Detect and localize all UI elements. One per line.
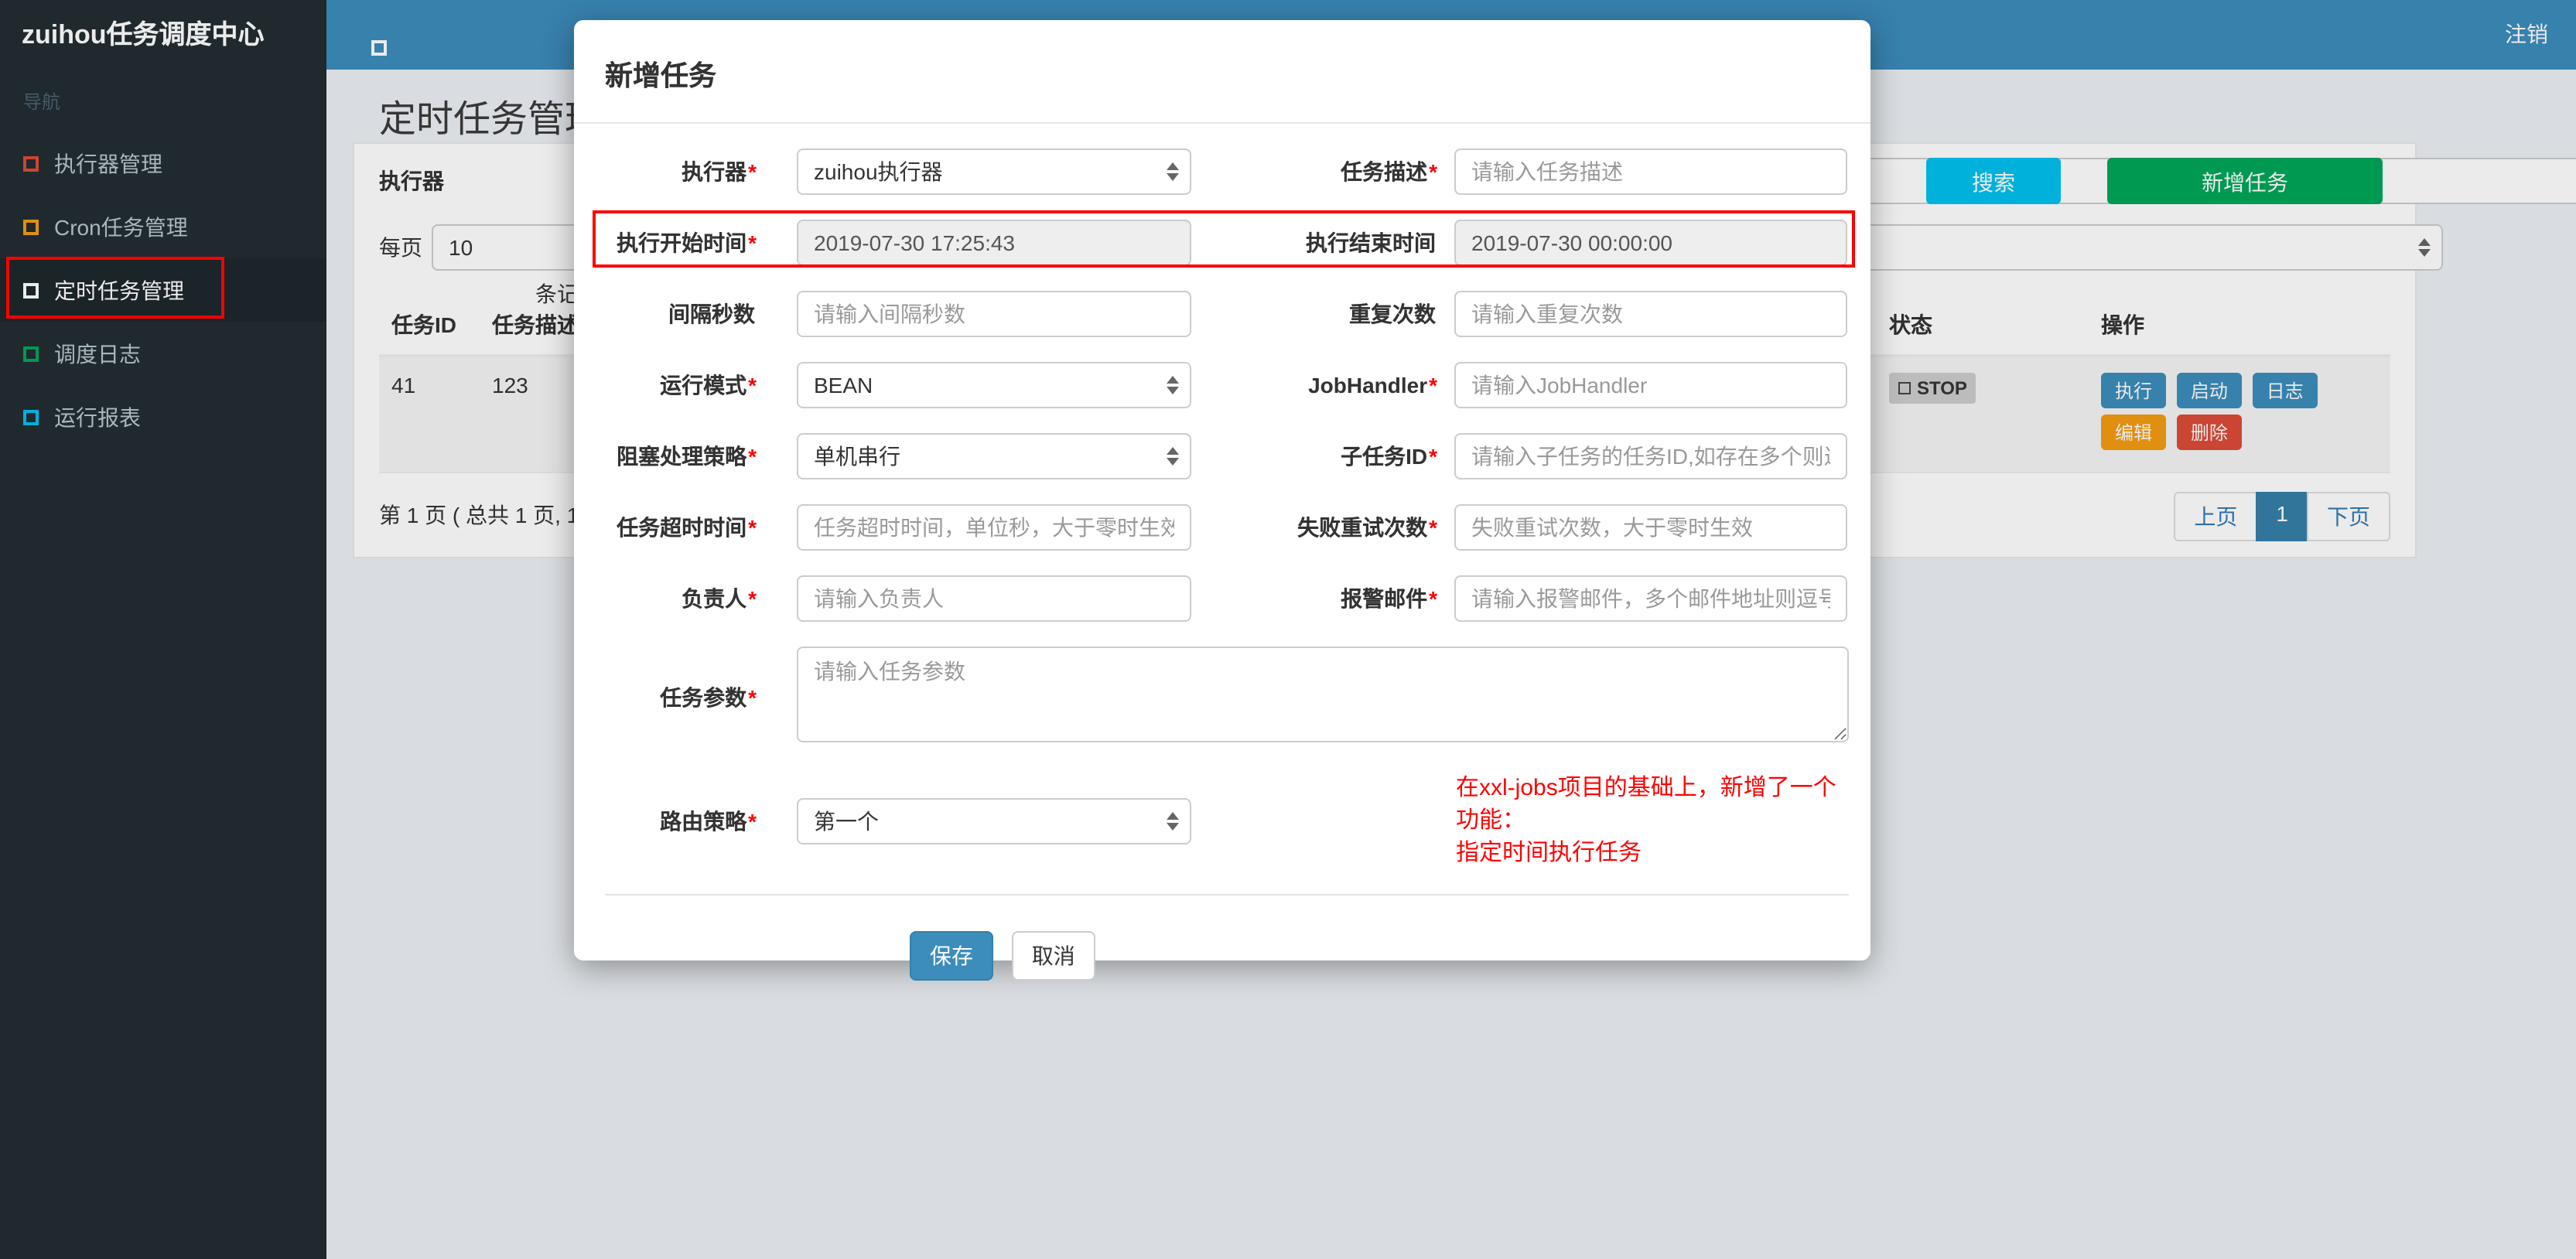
- job-param-label: 任务参数 *: [660, 684, 757, 709]
- feature-note: 在xxl-jobs项目的基础上，新增了一个功能： 指定时间执行任务: [1456, 775, 1836, 866]
- owner-label: 负责人 *: [682, 586, 757, 611]
- alarm-email-input[interactable]: [1454, 575, 1847, 622]
- modal-header: 新增任务: [574, 20, 1871, 124]
- form-row-timeout-retry: 任务超时时间* 失败重试次数*: [586, 504, 1849, 551]
- job-desc-input[interactable]: [1454, 148, 1847, 195]
- run-mode-select[interactable]: BEAN: [797, 362, 1191, 408]
- form-row-times: 执行开始时间* 执行结束时间: [586, 220, 1849, 266]
- form-row-job-param: 任务参数 *: [586, 647, 1849, 747]
- form-row-interval-repeat: 间隔秒数 重复次数: [586, 291, 1849, 337]
- select-arrows-icon: [1167, 447, 1179, 466]
- job-handler-label: JobHandler *: [1308, 373, 1437, 397]
- app-root: zuihou任务调度中心 注销 导航 执行器管理 Cron任务管理 定时任务管理…: [0, 0, 2576, 1259]
- alarm-email-label: 报警邮件 *: [1341, 586, 1437, 611]
- job-handler-input[interactable]: [1454, 362, 1847, 408]
- job-desc-label: 任务描述 *: [1341, 159, 1437, 184]
- form-row-owner-email: 负责人* 报警邮件*: [586, 575, 1849, 622]
- modal-body: 执行器* zuihou执行器 任务描述* 执行开始时间* 执行结束时间 间隔秒数…: [574, 124, 1871, 981]
- interval-input[interactable]: [797, 291, 1191, 337]
- route-strategy-select[interactable]: 第一个: [797, 797, 1191, 844]
- executor-label: 执行器 *: [682, 159, 757, 184]
- timeout-label: 任务超时时间 *: [617, 515, 757, 540]
- form-row-block-childjob: 阻塞处理策略 * 单机串行 子任务ID *: [586, 433, 1849, 479]
- child-job-label: 子任务ID *: [1341, 444, 1437, 469]
- block-strategy-select[interactable]: 单机串行: [797, 433, 1191, 479]
- start-time-label: 执行开始时间 *: [617, 230, 757, 255]
- add-task-modal: 新增任务 执行器* zuihou执行器 任务描述* 执行开始时间* 执行结束时间…: [574, 20, 1871, 981]
- cancel-button[interactable]: 取消: [1011, 931, 1095, 981]
- retry-input[interactable]: [1454, 504, 1847, 551]
- save-button[interactable]: 保存: [910, 931, 993, 981]
- end-time-input[interactable]: [1454, 220, 1847, 266]
- repeat-input[interactable]: [1454, 291, 1847, 337]
- timeout-input[interactable]: [797, 504, 1191, 551]
- repeat-label: 重复次数: [1349, 302, 1436, 326]
- modal-footer: 保存 取消: [574, 896, 1871, 981]
- select-arrows-icon: [1167, 162, 1179, 181]
- child-job-input[interactable]: [1454, 433, 1847, 479]
- interval-label: 间隔秒数: [668, 302, 755, 326]
- block-strategy-label: 阻塞处理策略 *: [617, 444, 757, 469]
- select-arrows-icon: [1167, 376, 1179, 394]
- modal-title: 新增任务: [605, 60, 716, 91]
- run-mode-label: 运行模式 *: [660, 373, 757, 397]
- form-row-runmode-handler: 运行模式 * BEAN JobHandler *: [586, 362, 1849, 408]
- end-time-label: 执行结束时间: [1306, 230, 1436, 255]
- owner-input[interactable]: [797, 575, 1191, 622]
- form-row-executor: 执行器 * zuihou执行器 任务描述 *: [586, 148, 1849, 195]
- select-arrows-icon: [1167, 811, 1179, 830]
- executor-select[interactable]: zuihou执行器: [797, 148, 1191, 195]
- route-strategy-label: 路由策略 *: [660, 808, 757, 833]
- retry-label: 失败重试次数 *: [1297, 515, 1437, 540]
- job-param-textarea[interactable]: [797, 647, 1849, 742]
- start-time-input[interactable]: [797, 220, 1191, 266]
- form-row-route-strategy: 路由策略 * 第一个 在xxl-jobs项目的基础上，新增了一个功能： 指定时间执…: [586, 772, 1849, 869]
